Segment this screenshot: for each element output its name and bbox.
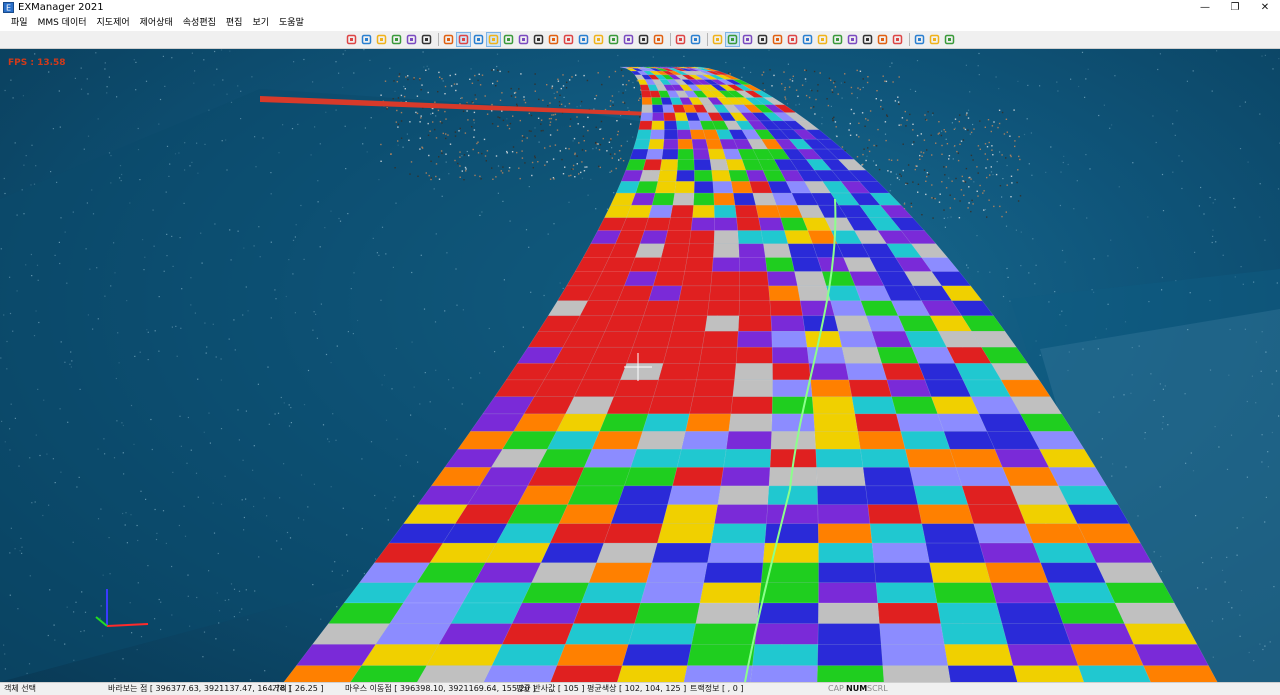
undo-icon[interactable]	[532, 33, 545, 46]
status-bar: 객체 선택 바라보는 점 [ 396377.63, 3921137.47, 16…	[0, 682, 1280, 695]
window-controls: — ❐ ✕	[1190, 0, 1280, 15]
menu-help[interactable]: 도움말	[274, 15, 309, 31]
layout-b-icon[interactable]	[472, 33, 485, 46]
pan-small-icon[interactable]	[652, 33, 665, 46]
toolbar-separator	[438, 33, 439, 46]
red-book-icon[interactable]	[442, 33, 455, 46]
status-avg-reflect: 평균 반사값 [ 105 ]	[516, 684, 584, 694]
paste-icon[interactable]	[607, 33, 620, 46]
columns-icon[interactable]	[562, 33, 575, 46]
fps-counter: FPS : 13.58	[8, 58, 66, 68]
select-arrow-icon[interactable]	[726, 33, 739, 46]
window-title: EXManager 2021	[18, 2, 104, 13]
menu-control-state[interactable]: 제어상태	[135, 15, 178, 31]
line-red-icon[interactable]	[756, 33, 769, 46]
shape-a-icon[interactable]	[846, 33, 859, 46]
minimize-button[interactable]: —	[1190, 0, 1220, 15]
app-logo-icon: E	[3, 2, 14, 13]
point-cloud-viewport[interactable]: FPS : 13.58	[0, 49, 1280, 682]
status-view-point: 바라보는 점 [ 396377.63, 3921137.47, 164.78 ]	[108, 684, 291, 694]
restore-button[interactable]: ❐	[1220, 0, 1250, 15]
hand-icon[interactable]	[711, 33, 724, 46]
open-folder-icon[interactable]	[360, 33, 373, 46]
gear-icon[interactable]	[517, 33, 530, 46]
status-mouse-point: 마우스 이동점 [ 396398.10, 3921169.64, 155.20 …	[345, 684, 535, 694]
toolbar-separator	[670, 33, 671, 46]
status-track-info: 트랙정보 [ , 0 ]	[690, 684, 744, 694]
menu-file[interactable]: 파일	[6, 15, 33, 31]
menu-view[interactable]: 보기	[247, 15, 274, 31]
new-file-icon[interactable]	[345, 33, 358, 46]
square-icon[interactable]	[913, 33, 926, 46]
rectangle-icon[interactable]	[689, 33, 702, 46]
pin-icon[interactable]	[420, 33, 433, 46]
status-distance: 거리 [ 26.25 ]	[272, 684, 324, 694]
toolbar-buttons	[345, 32, 958, 47]
close-button[interactable]: ✕	[1250, 0, 1280, 15]
status-avg-color: 평균색상 [ 102, 104, 125 ]	[587, 684, 686, 694]
menu-bar: 파일 MMS 데이터 지도제어 제어상태 속성편집 편집 보기 도움말	[0, 15, 1280, 32]
shape-b-icon[interactable]	[861, 33, 874, 46]
redo-icon[interactable]	[547, 33, 560, 46]
menu-attribute-edit[interactable]: 속성편집	[178, 15, 221, 31]
layout-a-icon[interactable]	[457, 33, 470, 46]
status-num: NUM	[846, 684, 867, 694]
help-icon[interactable]	[637, 33, 650, 46]
toolbar-separator	[707, 33, 708, 46]
car-icon[interactable]	[816, 33, 829, 46]
zoom-icon[interactable]	[674, 33, 687, 46]
sphere-icon[interactable]	[405, 33, 418, 46]
triangle-yellow-icon[interactable]	[801, 33, 814, 46]
toolbar-separator	[909, 33, 910, 46]
circle-icon[interactable]	[622, 33, 635, 46]
grid-red-icon[interactable]	[502, 33, 515, 46]
menu-mms-data[interactable]: MMS 데이터	[33, 15, 92, 31]
status-mode: 객체 선택	[4, 684, 36, 694]
house-icon[interactable]	[771, 33, 784, 46]
menu-map-control[interactable]: 지도제어	[92, 15, 135, 31]
status-scrl: SCRL	[867, 684, 888, 694]
status-cap: CAP	[828, 684, 844, 694]
triangle-red-icon[interactable]	[891, 33, 904, 46]
toolbar	[0, 31, 1280, 49]
marker-red-icon[interactable]	[831, 33, 844, 46]
title-bar: E EXManager 2021 — ❐ ✕	[0, 0, 1280, 15]
lock-icon[interactable]	[943, 33, 956, 46]
cube-icon[interactable]	[390, 33, 403, 46]
select-box-icon[interactable]	[741, 33, 754, 46]
diagonal-icon[interactable]	[928, 33, 941, 46]
point-cloud-scene[interactable]	[0, 49, 1280, 682]
steps-icon[interactable]	[786, 33, 799, 46]
scissors-icon[interactable]	[577, 33, 590, 46]
svg-text:E: E	[6, 4, 11, 13]
copy-icon[interactable]	[592, 33, 605, 46]
layout-c-icon[interactable]	[487, 33, 500, 46]
menu-edit[interactable]: 편집	[221, 15, 248, 31]
flag-icon[interactable]	[876, 33, 889, 46]
save-icon[interactable]	[375, 33, 388, 46]
